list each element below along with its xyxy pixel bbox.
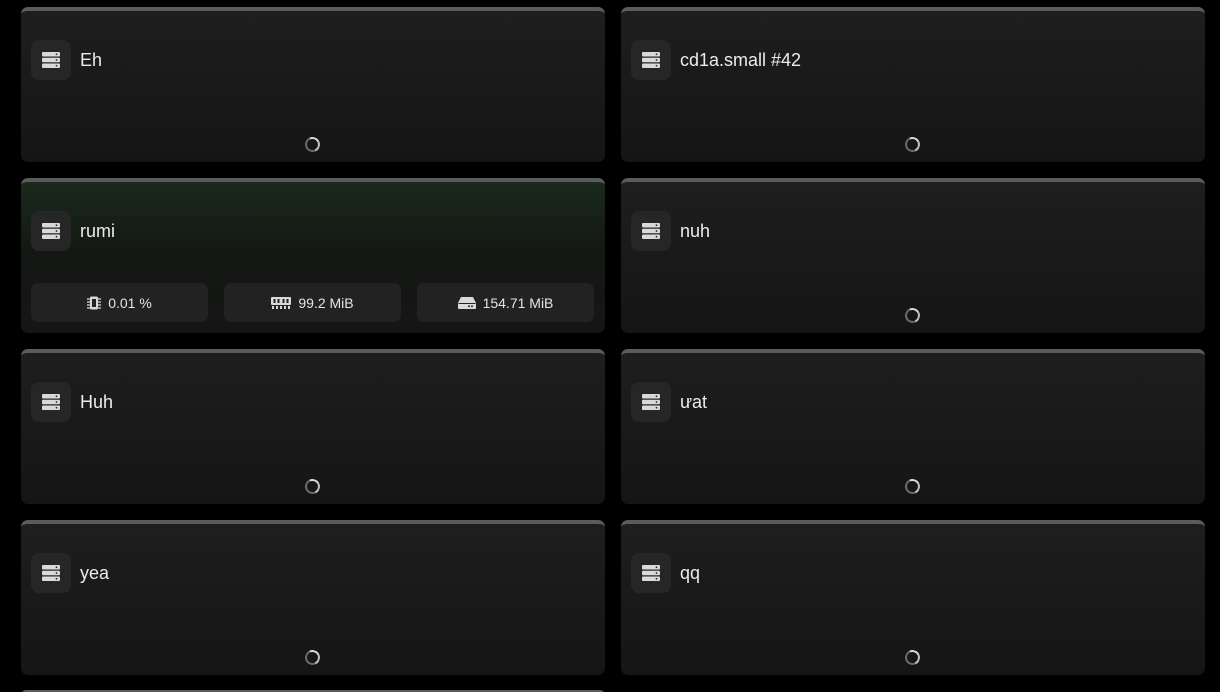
server-icon bbox=[631, 553, 671, 593]
cpu-value: 0.01 % bbox=[108, 294, 152, 311]
server-card[interactable]: nuh bbox=[621, 178, 1205, 333]
memory-stat: 99.2 MiB bbox=[224, 283, 401, 322]
loading-spinner bbox=[902, 134, 923, 155]
server-card[interactable]: Eh bbox=[21, 7, 605, 162]
cpu-icon bbox=[87, 295, 102, 311]
server-name: qq bbox=[680, 562, 701, 583]
server-card[interactable]: ưat bbox=[621, 349, 1205, 504]
loading-spinner bbox=[302, 647, 323, 668]
disk-icon bbox=[457, 296, 476, 309]
server-name: rumi bbox=[80, 220, 115, 241]
server-name: Eh bbox=[80, 49, 103, 70]
server-name: ưat bbox=[680, 391, 708, 412]
server-card[interactable]: rumi 0.01 % 99.2 MiB 154.71 MiB bbox=[21, 178, 605, 333]
server-stats: 0.01 % 99.2 MiB 154.71 MiB bbox=[31, 283, 594, 322]
server-grid: Eh cd1a.small #42 rumi 0.01 % 99.2 MiB 1… bbox=[0, 0, 1220, 692]
server-card[interactable]: Huh bbox=[21, 349, 605, 504]
server-icon bbox=[31, 211, 71, 251]
server-card[interactable]: yea bbox=[21, 520, 605, 675]
server-card[interactable]: cd1a.small #42 bbox=[621, 7, 1205, 162]
server-name: Huh bbox=[80, 391, 114, 412]
server-icon bbox=[31, 40, 71, 80]
disk-value: 154.71 MiB bbox=[482, 294, 554, 311]
server-card-header: nuh bbox=[631, 211, 710, 251]
loading-spinner bbox=[902, 305, 923, 326]
loading-spinner bbox=[902, 647, 923, 668]
server-icon bbox=[31, 553, 71, 593]
server-name: nuh bbox=[680, 220, 711, 241]
server-name: cd1a.small #42 bbox=[680, 49, 802, 70]
server-icon bbox=[631, 40, 671, 80]
loading-spinner bbox=[302, 476, 323, 497]
server-card-header: cd1a.small #42 bbox=[631, 40, 801, 80]
cpu-stat: 0.01 % bbox=[31, 283, 208, 322]
server-card-header: rumi bbox=[31, 211, 115, 251]
server-card[interactable]: qq bbox=[621, 520, 1205, 675]
memory-icon bbox=[271, 296, 292, 309]
server-card-header: ưat bbox=[631, 382, 707, 422]
server-name: yea bbox=[80, 562, 110, 583]
server-card-header: Huh bbox=[31, 382, 113, 422]
server-card-header: Eh bbox=[31, 40, 102, 80]
loading-spinner bbox=[302, 134, 323, 155]
memory-value: 99.2 MiB bbox=[298, 294, 354, 311]
server-icon bbox=[631, 382, 671, 422]
disk-stat: 154.71 MiB bbox=[417, 283, 594, 322]
server-card-header: qq bbox=[631, 553, 700, 593]
server-icon bbox=[631, 211, 671, 251]
loading-spinner bbox=[902, 476, 923, 497]
server-icon bbox=[31, 382, 71, 422]
server-card-header: yea bbox=[31, 553, 109, 593]
